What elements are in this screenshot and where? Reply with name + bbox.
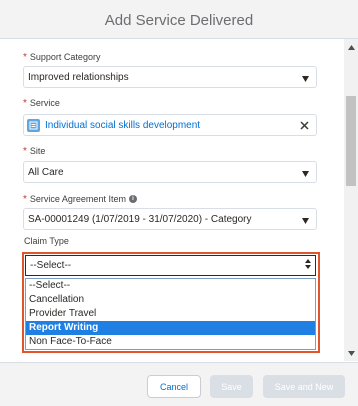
service-agreement-item-value: SA-00001249 (1/07/2019 - 31/07/2020) - C… <box>28 213 252 225</box>
claim-type-select[interactable]: --Select-- <box>25 255 316 276</box>
cancel-button[interactable]: Cancel <box>147 375 201 398</box>
service-selected-value[interactable]: Individual social skills development <box>45 120 200 131</box>
claim-type-label: Claim Type <box>24 236 69 246</box>
modal-header: Add Service Delivered <box>0 0 358 39</box>
spinner-arrows-icon <box>305 259 311 269</box>
claim-type-label-text: Claim Type <box>24 236 69 246</box>
modal-footer: Cancel Save Save and New <box>0 362 358 406</box>
service-label: * Service <box>23 97 60 110</box>
option-cancellation[interactable]: Cancellation <box>26 293 315 307</box>
chevron-down-icon <box>302 169 309 180</box>
scrollbar[interactable] <box>344 39 358 361</box>
scroll-up-icon[interactable] <box>344 41 358 53</box>
record-icon <box>27 118 40 132</box>
chevron-down-icon <box>302 74 309 85</box>
save-and-new-button[interactable]: Save and New <box>263 375 345 398</box>
support-category-select[interactable]: Improved relationships <box>23 66 317 88</box>
save-button[interactable]: Save <box>210 375 253 398</box>
info-icon[interactable]: i <box>128 194 137 203</box>
claim-type-options[interactable]: --Select-- Cancellation Provider Travel … <box>25 278 316 350</box>
required-marker: * <box>23 98 27 109</box>
site-label-text: Site <box>29 145 46 156</box>
required-marker: * <box>23 52 27 63</box>
service-lookup[interactable]: Individual social skills development <box>23 114 317 136</box>
chevron-down-icon <box>302 216 309 227</box>
option-select[interactable]: --Select-- <box>26 279 315 293</box>
close-icon[interactable] <box>298 119 310 131</box>
support-category-value: Improved relationships <box>28 71 129 83</box>
option-non-face-to-face[interactable]: Non Face-To-Face <box>26 335 315 349</box>
service-label-text: Service <box>29 97 60 108</box>
option-report-writing[interactable]: Report Writing <box>26 321 315 335</box>
scrollbar-thumb[interactable] <box>346 96 356 186</box>
required-marker: * <box>23 146 27 157</box>
site-label: * Site <box>23 145 46 158</box>
required-marker: * <box>23 194 27 205</box>
service-agreement-item-select[interactable]: SA-00001249 (1/07/2019 - 31/07/2020) - C… <box>23 208 317 230</box>
option-provider-travel[interactable]: Provider Travel <box>26 307 315 321</box>
service-agreement-item-label: * Service Agreement Item i <box>23 193 137 205</box>
site-value: All Care <box>28 166 64 178</box>
modal-title: Add Service Delivered <box>104 11 254 29</box>
site-select[interactable]: All Care <box>23 161 317 183</box>
support-category-label-text: Support Category <box>29 51 101 62</box>
scroll-down-icon[interactable] <box>344 347 358 359</box>
claim-type-value: --Select-- <box>30 260 72 271</box>
support-category-label: * Support Category <box>23 51 101 64</box>
service-agreement-item-label-text: Service Agreement Item <box>29 193 126 204</box>
